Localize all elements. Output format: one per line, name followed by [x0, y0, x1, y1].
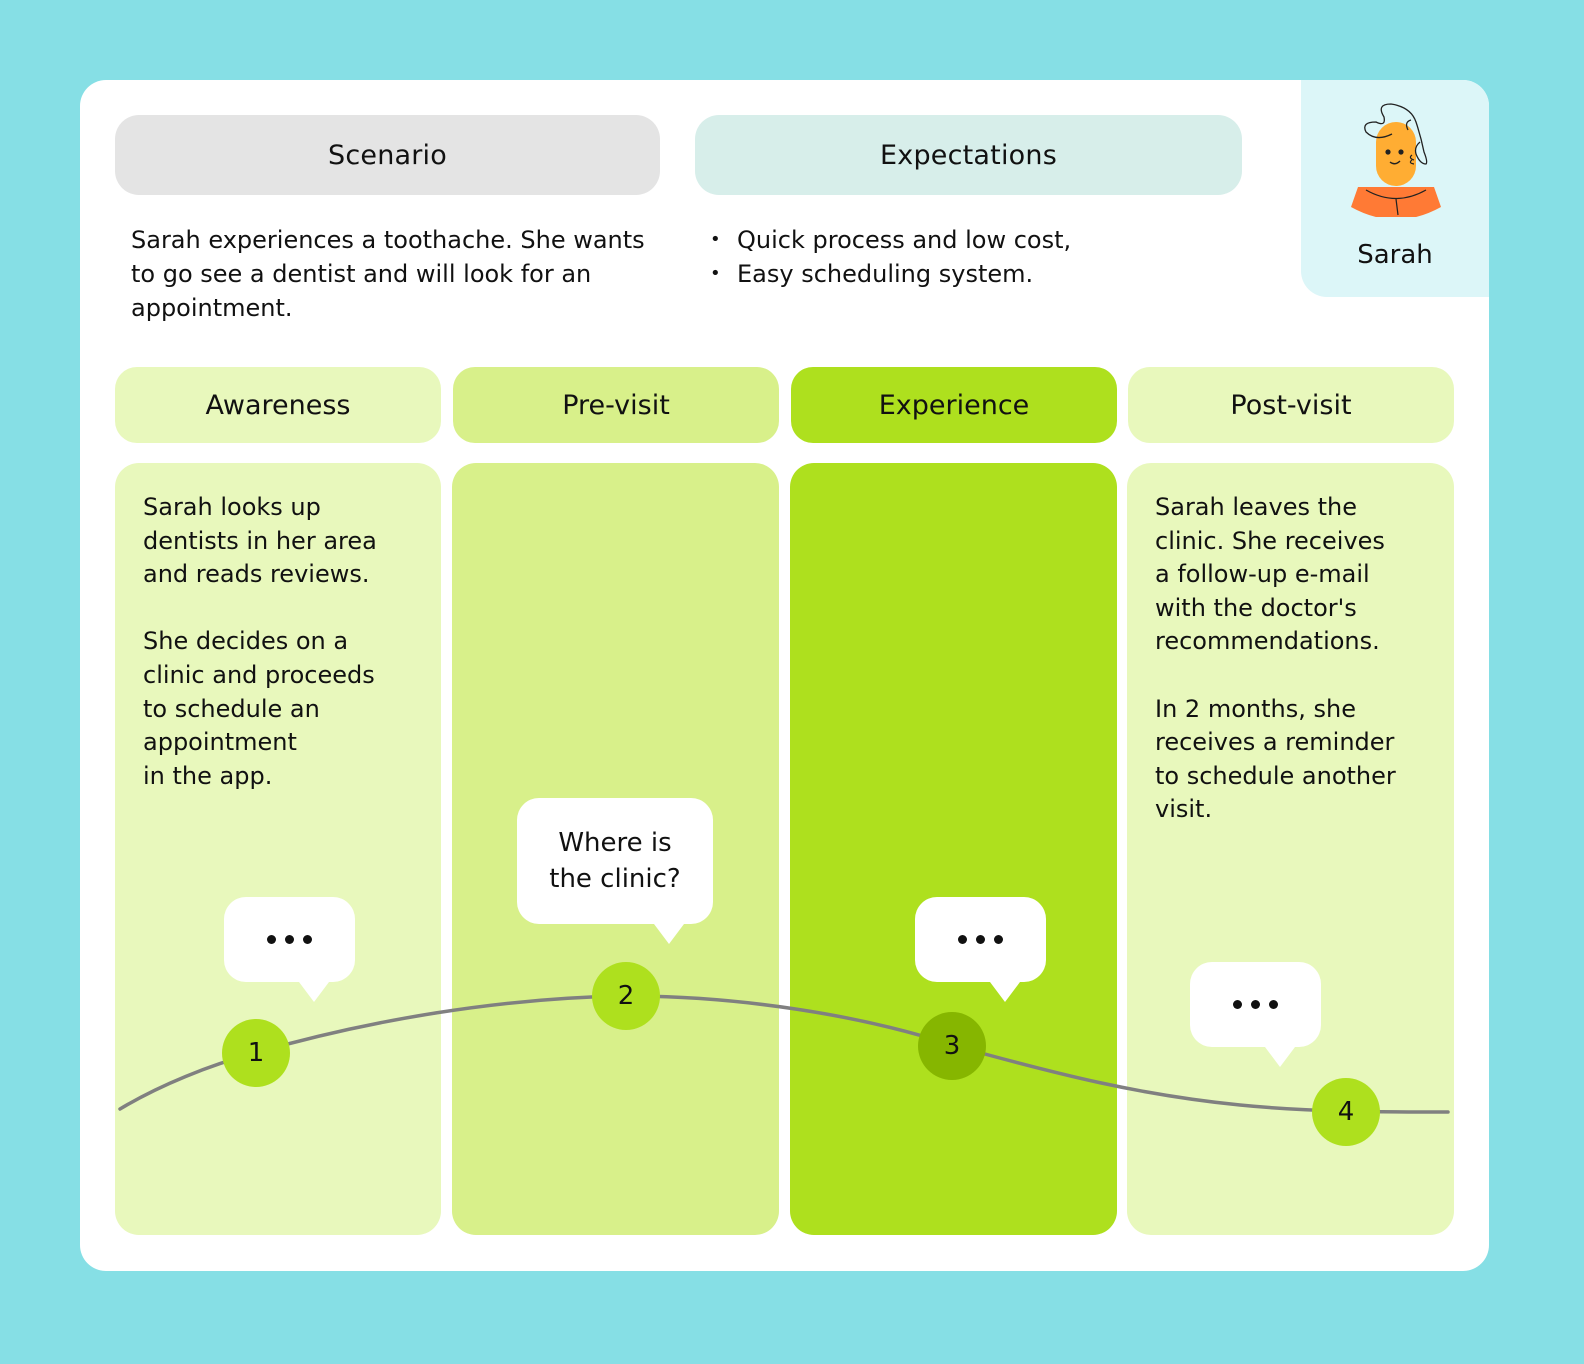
touchpoint-node-3[interactable]: 3: [918, 1012, 986, 1080]
thought-bubble-2: Where is the clinic?: [517, 798, 713, 944]
touchpoint-node-2[interactable]: 2: [592, 962, 660, 1030]
thought-bubble-4: [1190, 962, 1321, 1067]
thought-bubble-1: [224, 897, 355, 1002]
journey-map-card: Scenario Sarah experiences a toothache. …: [80, 80, 1489, 1271]
touchpoint-node-1[interactable]: 1: [222, 1019, 290, 1087]
ellipsis-icon: [1233, 1000, 1278, 1009]
touchpoint-node-4[interactable]: 4: [1312, 1078, 1380, 1146]
bubble-text: Where is the clinic?: [549, 828, 681, 894]
journey-curve: [118, 994, 1450, 1114]
ellipsis-icon: [958, 935, 1003, 944]
ellipsis-icon: [267, 935, 312, 944]
touchpoint-number: 3: [943, 1031, 961, 1061]
touchpoint-number: 2: [617, 981, 635, 1011]
thought-bubble-3: [915, 897, 1046, 1002]
touchpoint-number: 1: [247, 1038, 265, 1068]
touchpoint-number: 4: [1337, 1097, 1355, 1127]
